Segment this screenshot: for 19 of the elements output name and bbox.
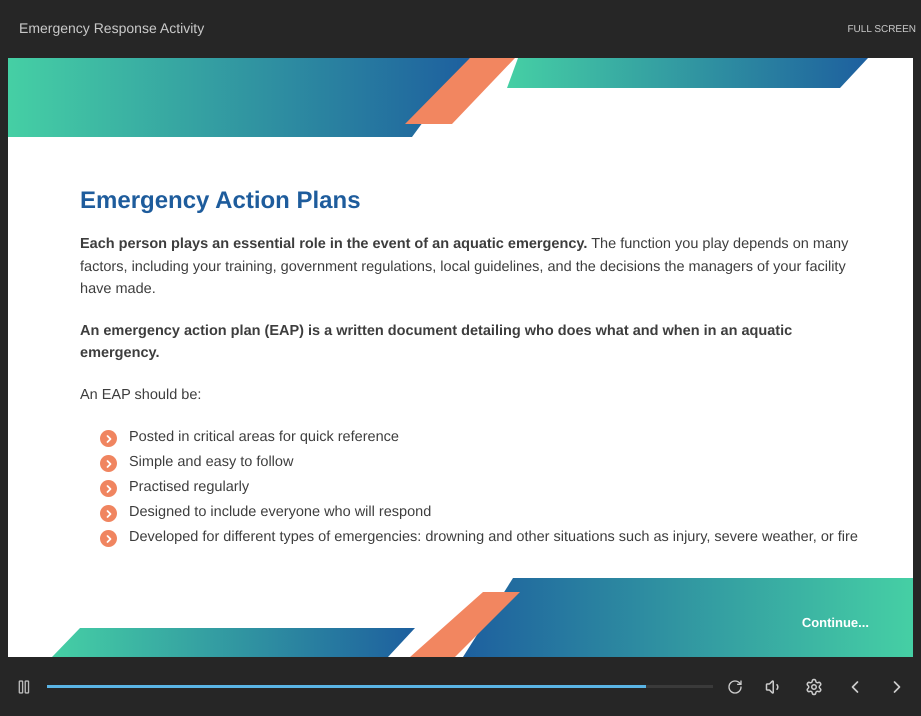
pause-icon[interactable] — [16, 678, 32, 694]
chevron-bullet-icon — [100, 505, 117, 522]
chevron-bullet-icon — [100, 480, 117, 497]
slide-heading: Emergency Action Plans — [80, 186, 362, 216]
chevron-bullet-icon — [100, 430, 117, 447]
replay-icon[interactable] — [727, 678, 743, 694]
chevron-bullet-icon — [100, 455, 117, 472]
window-title: Emergency Response Activity — [19, 19, 204, 38]
bullet-text: Developed for different types of emergencies: drowning and other situations such as injury, severe weather, or fire — [129, 528, 858, 547]
bullet-text: Simple and easy to follow — [129, 453, 294, 472]
paragraph: An emergency action plan (EAP) is a written document detailing who does what and when in an aquatic emergency. — [80, 322, 794, 363]
paragraph: Each person plays an essential role in the event of an aquatic emergency. The function you play depends on many factors, including your training, government regulations, local guidelines, and the decisions the managers of your facility have made. — [80, 235, 850, 299]
bullet-text: Designed to include everyone who will respond — [129, 503, 432, 522]
chevron-bullet-icon — [100, 530, 117, 547]
settings-icon[interactable] — [805, 678, 823, 696]
bullet-text: Posted in critical areas for quick reference — [129, 428, 399, 447]
paragraph: An EAP should be: — [80, 386, 202, 404]
bullet-text: Practised regularly — [129, 478, 250, 497]
full-screen-button[interactable]: FULL SCREEN — [847, 22, 916, 37]
